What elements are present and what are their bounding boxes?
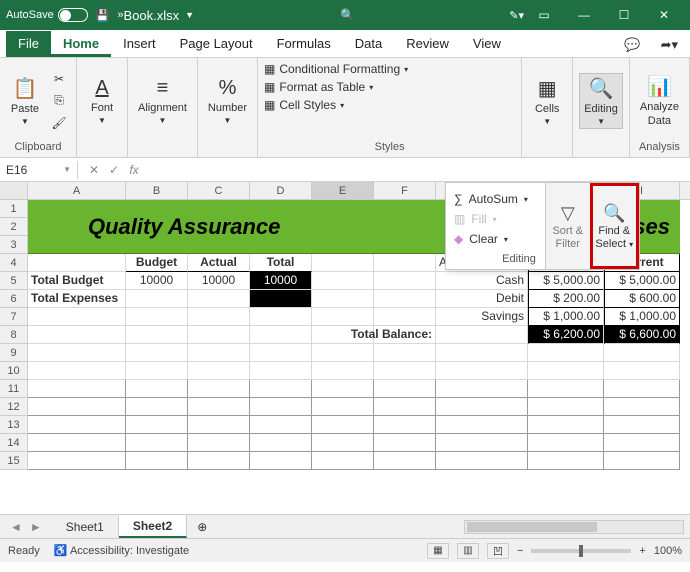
page-layout-view-icon[interactable]: ▥ xyxy=(457,543,479,559)
conditional-formatting-button[interactable]: ▦Conditional Formatting ▾ xyxy=(264,62,408,76)
minimize-button[interactable]: — xyxy=(564,0,604,30)
number-button[interactable]: %Number▼ xyxy=(204,75,251,127)
status-ready: Ready xyxy=(8,545,40,557)
group-editing: 🔍Editing▼ xyxy=(573,58,630,157)
add-sheet-button[interactable]: ⊕ xyxy=(187,520,217,534)
group-styles: ▦Conditional Formatting ▾ ▦Format as Tab… xyxy=(258,58,522,157)
next-sheet-icon[interactable]: ► xyxy=(30,520,42,534)
tab-home[interactable]: Home xyxy=(51,31,111,57)
col-B[interactable]: B xyxy=(126,182,188,199)
pen-icon[interactable]: ✎▾ xyxy=(509,9,524,22)
table-icon: ▦ xyxy=(264,80,275,94)
ribbon-tabs: File Home Insert Page Layout Formulas Da… xyxy=(0,30,690,58)
share-icon[interactable]: ➦▾ xyxy=(653,33,686,57)
tab-view[interactable]: View xyxy=(461,31,513,57)
group-cells: ▦Cells▼ xyxy=(522,58,573,157)
name-box[interactable]: E16▼ xyxy=(0,161,78,179)
horizontal-scrollbar[interactable] xyxy=(464,520,684,534)
prev-sheet-icon[interactable]: ◄ xyxy=(10,520,22,534)
ribbon: 📋 Paste ▼ ✂ ⎘ 🖌 Clipboard AFont▼ ≡Alignm… xyxy=(0,58,690,158)
group-analysis: 📊AnalyzeData Analysis xyxy=(630,58,690,157)
zoom-slider[interactable] xyxy=(531,549,631,553)
editing-button[interactable]: 🔍Editing▼ xyxy=(579,73,623,129)
tab-data[interactable]: Data xyxy=(343,31,394,57)
search-icon: 🔍 xyxy=(589,76,614,101)
select-all-corner[interactable] xyxy=(0,182,28,199)
group-clipboard: 📋 Paste ▼ ✂ ⎘ 🖌 Clipboard xyxy=(0,58,77,157)
cell-styles-button[interactable]: ▦Cell Styles ▾ xyxy=(264,98,344,112)
editing-side-tools: ▽ Sort & Filter 🔍 Find & Select ▾ xyxy=(545,182,640,270)
maximize-button[interactable]: ☐ xyxy=(604,0,644,30)
tab-formulas[interactable]: Formulas xyxy=(265,31,343,57)
search-box[interactable]: 🔍 xyxy=(340,8,355,22)
col-E[interactable]: E xyxy=(312,182,374,199)
format-painter-icon[interactable]: 🖌 xyxy=(50,114,68,132)
autosave-toggle[interactable]: AutoSave xyxy=(6,8,88,22)
title-bar: AutoSave 💾 » Book.xlsx ▼ 🔍 ✎▾ ▭ — ☐ ✕ xyxy=(0,0,690,30)
row-headers: 1 2 3 4 5 6 7 8 9 10 11 12 13 14 15 xyxy=(0,200,28,470)
tab-file[interactable]: File xyxy=(6,31,51,57)
comments-icon[interactable]: 💬 xyxy=(616,33,648,57)
zoom-out-button[interactable]: − xyxy=(517,545,523,557)
filter-icon: ▽ xyxy=(561,203,575,224)
col-A[interactable]: A xyxy=(28,182,126,199)
copy-icon[interactable]: ⎘ xyxy=(50,92,68,110)
find-select-button[interactable]: 🔍 Find & Select ▾ xyxy=(590,183,640,269)
cells-button[interactable]: ▦Cells▼ xyxy=(528,74,566,128)
group-font: AFont▼ xyxy=(77,58,128,157)
analyze-icon: 📊 xyxy=(647,74,672,99)
chevron-down-icon: ▼ xyxy=(185,10,194,20)
zoom-in-button[interactable]: + xyxy=(639,545,645,557)
paste-button[interactable]: 📋 Paste ▼ xyxy=(6,74,44,128)
group-number: %Number▼ xyxy=(198,58,258,157)
page-break-view-icon[interactable]: 凹 xyxy=(487,543,509,559)
enter-formula-icon[interactable]: ✓ xyxy=(104,163,124,177)
file-name[interactable]: Book.xlsx ▼ xyxy=(124,8,195,23)
tab-page-layout[interactable]: Page Layout xyxy=(168,31,265,57)
alignment-icon: ≡ xyxy=(157,77,169,100)
toggle-switch[interactable] xyxy=(58,8,88,22)
clipboard-icon: 📋 xyxy=(13,76,38,101)
eraser-icon: ◆ xyxy=(454,232,463,246)
cut-icon[interactable]: ✂ xyxy=(50,70,68,88)
font-button[interactable]: AFont▼ xyxy=(83,75,121,127)
worksheet: A B C D E F G H I 1 2 3 4 5 6 7 8 9 10 1… xyxy=(0,182,690,514)
col-D[interactable]: D xyxy=(250,182,312,199)
font-icon: A xyxy=(95,77,108,100)
col-F[interactable]: F xyxy=(374,182,436,199)
tab-insert[interactable]: Insert xyxy=(111,31,168,57)
autosave-label: AutoSave xyxy=(6,9,54,21)
sheet-tab-2[interactable]: Sheet2 xyxy=(119,515,187,538)
title-qa: Quality Assurance xyxy=(88,214,280,240)
search-icon: 🔍 xyxy=(603,203,625,224)
fx-icon[interactable]: fx xyxy=(124,163,144,177)
sheet-tab-bar: ◄ ► Sheet1 Sheet2 ⊕ xyxy=(0,514,690,538)
sigma-icon: ∑ xyxy=(454,192,463,206)
zoom-level[interactable]: 100% xyxy=(654,545,682,557)
col-C[interactable]: C xyxy=(188,182,250,199)
cond-format-icon: ▦ xyxy=(264,62,275,76)
sort-filter-button: ▽ Sort & Filter xyxy=(546,183,590,269)
cells-icon: ▦ xyxy=(538,76,557,101)
cell-styles-icon: ▦ xyxy=(264,98,275,112)
cancel-formula-icon[interactable]: ✕ xyxy=(84,163,104,177)
formula-bar: E16▼ ✕ ✓ fx xyxy=(0,158,690,182)
normal-view-icon[interactable]: ▦ xyxy=(427,543,449,559)
percent-icon: % xyxy=(219,77,237,100)
group-alignment: ≡Alignment▼ xyxy=(128,58,198,157)
close-button[interactable]: ✕ xyxy=(644,0,684,30)
sheet-tab-1[interactable]: Sheet1 xyxy=(52,516,119,537)
status-bar: Ready ♿ Accessibility: Investigate ▦ ▥ 凹… xyxy=(0,538,690,562)
alignment-button[interactable]: ≡Alignment▼ xyxy=(134,75,191,127)
fill-icon: ▥ xyxy=(454,212,465,226)
analyze-data-button[interactable]: 📊AnalyzeData xyxy=(636,72,683,129)
format-as-table-button[interactable]: ▦Format as Table ▾ xyxy=(264,80,373,94)
ribbon-display-icon[interactable]: ▭ xyxy=(524,0,564,30)
accessibility-status[interactable]: ♿ Accessibility: Investigate xyxy=(54,544,189,557)
quick-access-save-icon[interactable]: 💾 xyxy=(96,9,110,22)
tab-review[interactable]: Review xyxy=(394,31,461,57)
